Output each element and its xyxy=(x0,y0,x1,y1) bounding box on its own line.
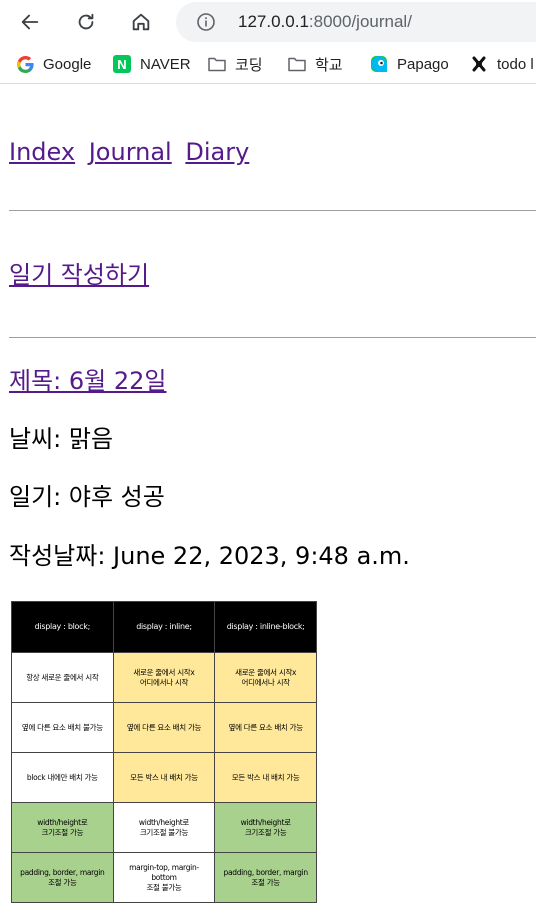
address-bar[interactable]: 127.0.0.1:8000/journal/ xyxy=(176,2,536,42)
site-nav: Index Journal Diary xyxy=(9,136,255,168)
home-icon xyxy=(132,13,150,31)
table-header-cell: display : block; xyxy=(11,601,114,653)
bookmark-folder-school[interactable]: 학교 xyxy=(288,53,343,75)
table-header-cell: display : inline-block; xyxy=(214,601,317,653)
table-row: 항상 새로운 줄에서 시작 새로운 줄에서 시작x 어디에서나 시작 새로운 줄… xyxy=(11,652,317,703)
table-cell: width/height로 크기조절 가능 xyxy=(214,802,317,853)
bookmarks-bar: Google N NAVER 코딩 학교 Papago todo l xyxy=(0,44,536,84)
bookmark-label: Google xyxy=(43,55,92,73)
table-row: 옆에 다른 요소 배치 불가능 옆에 다른 요소 배치 가능 옆에 다른 요소 … xyxy=(11,702,317,753)
table-row: width/height로 크기조절 가능 width/height로 크기조절… xyxy=(11,802,317,853)
bookmark-folder-coding[interactable]: 코딩 xyxy=(208,53,263,75)
bookmark-label: 코딩 xyxy=(235,56,263,74)
url-host: 127.0.0.1 xyxy=(238,12,309,31)
bookmark-label: todo l xyxy=(497,55,534,73)
google-icon xyxy=(16,55,34,73)
papago-icon xyxy=(370,55,388,73)
table-cell: 옆에 다른 요소 배치 가능 xyxy=(214,702,317,753)
table-cell: 모든 박스 내 배치 가능 xyxy=(214,752,317,803)
entry-title-link[interactable]: 제목: 6월 22일 xyxy=(9,365,166,397)
entry-image: display : block; display : inline; displ… xyxy=(11,601,319,904)
table-cell: 항상 새로운 줄에서 시작 xyxy=(11,652,114,703)
bookmark-label: NAVER xyxy=(140,55,191,73)
divider xyxy=(9,337,536,338)
notion-icon xyxy=(470,55,488,73)
table-cell: 새로운 줄에서 시작x 어디에서나 시작 xyxy=(112,652,216,703)
bookmark-google[interactable]: Google xyxy=(16,53,91,75)
url-path: :8000/journal/ xyxy=(308,12,412,31)
entry-diary: 일기: 야후 성공 xyxy=(9,483,165,511)
bookmark-todo[interactable]: todo l xyxy=(470,53,534,75)
naver-icon: N xyxy=(113,55,131,73)
page-content: Index Journal Diary 일기 작성하기 제목: 6월 22일 날… xyxy=(0,85,536,915)
bookmark-label: 학교 xyxy=(315,56,343,74)
table-cell: margin-top, margin-bottom 조절 불가능 xyxy=(112,852,216,903)
back-button[interactable] xyxy=(14,6,46,38)
home-button[interactable] xyxy=(125,6,157,38)
nav-link-index[interactable]: Index xyxy=(9,138,75,166)
info-icon[interactable] xyxy=(196,12,216,32)
table-header-cell: display : inline; xyxy=(112,601,216,653)
write-diary-link[interactable]: 일기 작성하기 xyxy=(9,259,149,291)
folder-icon xyxy=(288,55,306,73)
table-cell: 옆에 다른 요소 배치 가능 xyxy=(112,702,216,753)
table-cell: width/height로 크기조절 가능 xyxy=(11,802,114,853)
nav-link-diary[interactable]: Diary xyxy=(185,138,249,166)
bookmark-label: Papago xyxy=(397,55,449,73)
display-comparison-table: display : block; display : inline; displ… xyxy=(11,601,317,903)
url-text[interactable]: 127.0.0.1:8000/journal/ xyxy=(238,11,412,33)
table-cell: padding, border, margin 조절 가능 xyxy=(11,852,114,903)
reload-button[interactable] xyxy=(70,6,102,38)
bookmark-papago[interactable]: Papago xyxy=(370,53,449,75)
table-cell: 모든 박스 내 배치 가능 xyxy=(112,752,216,803)
table-cell: padding, border, margin 조절 가능 xyxy=(214,852,317,903)
table-row: padding, border, margin 조절 가능 margin-top… xyxy=(11,852,317,903)
table-cell: 새로운 줄에서 시작x 어디에서나 시작 xyxy=(214,652,317,703)
arrow-left-icon xyxy=(21,14,39,30)
entry-date: 작성날짜: June 22, 2023, 9:48 a.m. xyxy=(9,542,410,570)
table-cell: block 내에만 배치 가능 xyxy=(11,752,114,803)
nav-link-journal[interactable]: Journal xyxy=(89,138,172,166)
reload-icon xyxy=(78,13,94,30)
table-row: block 내에만 배치 가능 모든 박스 내 배치 가능 모든 박스 내 배치… xyxy=(11,752,317,803)
browser-toolbar: 127.0.0.1:8000/journal/ xyxy=(0,0,536,44)
table-cell: 옆에 다른 요소 배치 불가능 xyxy=(11,702,114,753)
bookmark-naver[interactable]: N NAVER xyxy=(113,53,191,75)
folder-icon xyxy=(208,55,226,73)
table-header-row: display : block; display : inline; displ… xyxy=(11,601,317,653)
entry-weather: 날씨: 맑음 xyxy=(9,425,114,453)
divider xyxy=(9,210,536,211)
table-cell: width/height로 크기조절 불가능 xyxy=(112,802,216,853)
